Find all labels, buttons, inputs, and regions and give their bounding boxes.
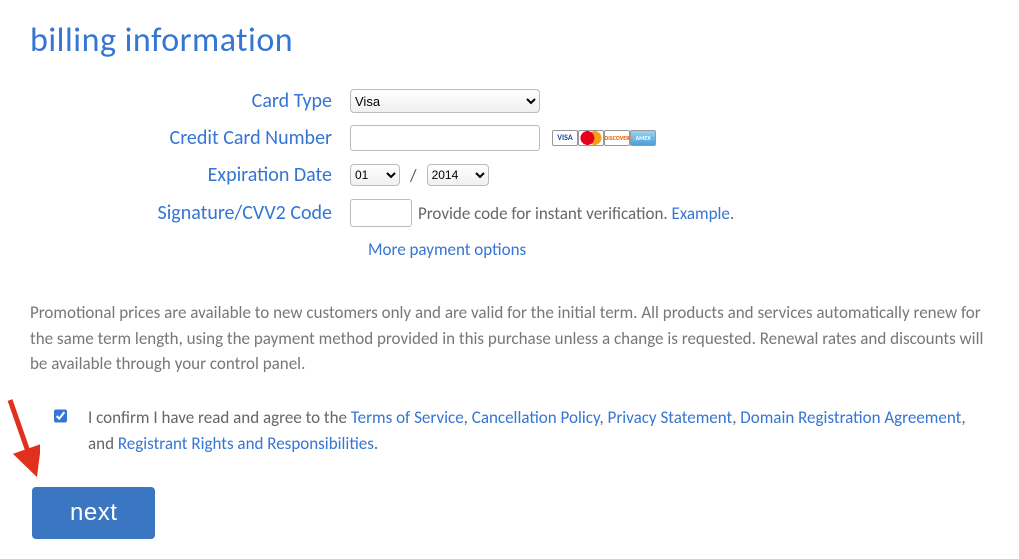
annotation-arrow-icon <box>0 395 40 485</box>
confirm-row: I confirm I have read and agree to the T… <box>50 405 989 458</box>
page-title: billing information <box>30 20 989 61</box>
row-card-number: Credit Card Number VISA DISCOVER AMEX <box>30 125 989 151</box>
row-card-type: Card Type Visa <box>30 89 989 113</box>
label-card-number: Credit Card Number <box>30 126 350 150</box>
label-expiration: Expiration Date <box>30 163 350 187</box>
card-number-input[interactable] <box>350 125 540 151</box>
cvv-example-link[interactable]: Example <box>672 203 730 224</box>
discover-icon: DISCOVER <box>604 130 630 146</box>
mastercard-icon <box>578 130 604 146</box>
privacy-statement-link[interactable]: Privacy Statement <box>608 407 733 428</box>
exp-year-select[interactable]: 2014 <box>427 164 489 186</box>
promo-text: Promotional prices are available to new … <box>30 300 989 377</box>
terms-of-service-link[interactable]: Terms of Service <box>351 407 464 428</box>
cvv-hint: Provide code for instant verification. E… <box>418 203 734 224</box>
billing-form: Card Type Visa Credit Card Number VISA D… <box>30 89 989 260</box>
visa-icon: VISA <box>552 130 578 146</box>
confirm-text: I confirm I have read and agree to the T… <box>88 405 989 458</box>
exp-slash: / <box>410 165 417 186</box>
card-brand-icons: VISA DISCOVER AMEX <box>552 130 656 146</box>
cancellation-policy-link[interactable]: Cancellation Policy <box>472 407 600 428</box>
label-card-type: Card Type <box>30 89 350 113</box>
card-type-select[interactable]: Visa <box>350 89 540 113</box>
row-expiration: Expiration Date 01 / 2014 <box>30 163 989 187</box>
label-cvv: Signature/CVV2 Code <box>30 201 350 225</box>
more-payment-options-link[interactable]: More payment options <box>368 239 526 260</box>
registrant-rights-link[interactable]: Registrant Rights and Responsibilities <box>118 433 374 454</box>
domain-registration-agreement-link[interactable]: Domain Registration Agreement <box>740 407 961 428</box>
amex-icon: AMEX <box>630 130 656 146</box>
confirm-checkbox[interactable] <box>54 409 67 423</box>
exp-month-select[interactable]: 01 <box>350 164 400 186</box>
row-cvv: Signature/CVV2 Code Provide code for ins… <box>30 199 989 227</box>
cvv-input[interactable] <box>350 199 412 227</box>
next-button[interactable]: next <box>32 487 155 539</box>
